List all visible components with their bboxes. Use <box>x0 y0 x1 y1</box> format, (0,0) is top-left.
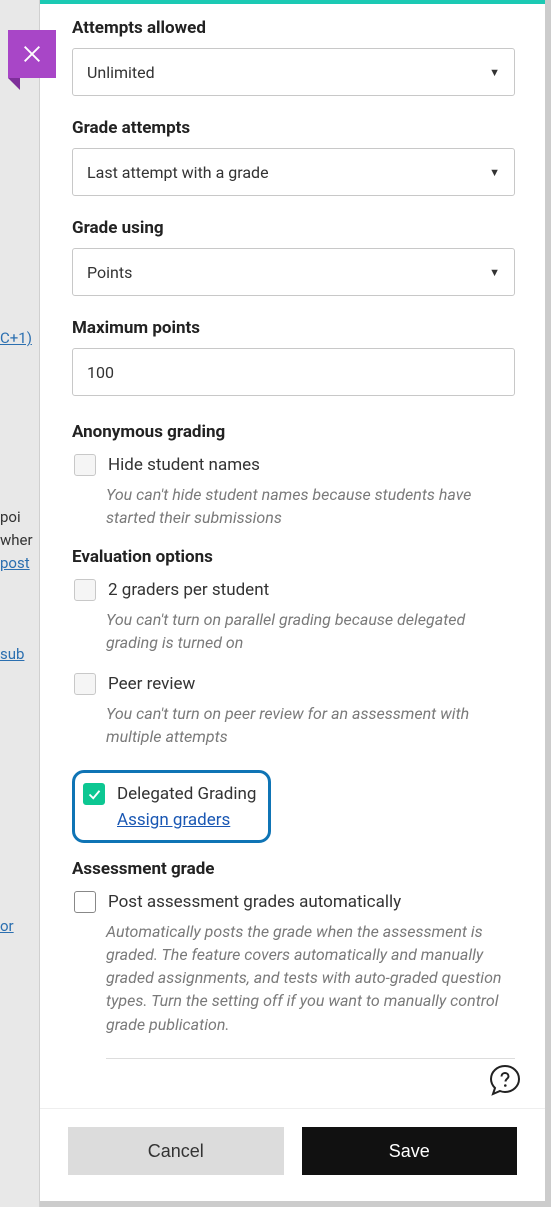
attempts-allowed-value: Unlimited <box>87 63 155 82</box>
attempts-allowed-label: Attempts allowed <box>72 18 515 38</box>
peer-review-checkbox <box>74 673 96 695</box>
attempts-allowed-field: Attempts allowed Unlimited ▼ <box>72 18 515 96</box>
hide-names-label: Hide student names <box>108 454 260 477</box>
check-icon <box>87 787 102 802</box>
anonymous-grading-title: Anonymous grading <box>72 422 515 442</box>
close-icon <box>21 43 43 65</box>
grade-using-field: Grade using Points ▼ <box>72 218 515 296</box>
caret-down-icon: ▼ <box>489 66 500 79</box>
two-graders-hint: You can't turn on parallel grading becau… <box>106 608 515 654</box>
settings-scroll[interactable]: Attempts allowed Unlimited ▼ Grade attem… <box>40 4 545 1108</box>
post-grades-label: Post assessment grades automatically <box>108 891 401 914</box>
grade-attempts-field: Grade attempts Last attempt with a grade… <box>72 118 515 196</box>
peer-review-row: Peer review <box>74 673 515 696</box>
hide-names-hint: You can't hide student names because stu… <box>106 483 515 529</box>
help-button[interactable] <box>487 1063 523 1099</box>
hide-names-row: Hide student names <box>74 454 515 477</box>
two-graders-row: 2 graders per student <box>74 579 515 602</box>
caret-down-icon: ▼ <box>489 266 500 279</box>
grade-attempts-label: Grade attempts <box>72 118 515 138</box>
grade-attempts-value: Last attempt with a grade <box>87 163 269 182</box>
delegated-grading-highlight: Delegated Grading Assign graders <box>72 770 271 843</box>
evaluation-options-title: Evaluation options <box>72 547 515 567</box>
delegated-grading-label: Delegated Grading <box>117 783 256 806</box>
grade-attempts-select[interactable]: Last attempt with a grade ▼ <box>72 148 515 196</box>
peer-review-hint: You can't turn on peer review for an ass… <box>106 702 515 748</box>
attempts-allowed-select[interactable]: Unlimited ▼ <box>72 48 515 96</box>
peer-review-label: Peer review <box>108 673 195 696</box>
background-page-strip: C+1) poi wher post sub or <box>0 0 40 1207</box>
hide-names-checkbox <box>74 454 96 476</box>
delegated-grading-checkbox[interactable] <box>83 783 105 805</box>
two-graders-checkbox <box>74 579 96 601</box>
max-points-label: Maximum points <box>72 318 515 338</box>
help-icon <box>487 1063 523 1099</box>
footer-actions: Cancel Save <box>40 1108 545 1201</box>
assign-graders-link[interactable]: Assign graders <box>117 810 230 830</box>
assessment-grade-title: Assessment grade <box>72 859 515 879</box>
delegated-grading-row: Delegated Grading <box>83 783 256 806</box>
grade-using-label: Grade using <box>72 218 515 238</box>
caret-down-icon: ▼ <box>489 166 500 179</box>
post-grades-hint: Automatically posts the grade when the a… <box>106 920 515 1036</box>
post-grades-checkbox[interactable] <box>74 891 96 913</box>
two-graders-label: 2 graders per student <box>108 579 269 602</box>
grade-using-select[interactable]: Points ▼ <box>72 248 515 296</box>
post-grades-row: Post assessment grades automatically <box>74 891 515 914</box>
max-points-field: Maximum points 100 <box>72 318 515 396</box>
max-points-input[interactable]: 100 <box>72 348 515 396</box>
cancel-button[interactable]: Cancel <box>68 1127 284 1175</box>
save-button[interactable]: Save <box>302 1127 518 1175</box>
max-points-value: 100 <box>87 363 114 382</box>
settings-panel: Attempts allowed Unlimited ▼ Grade attem… <box>40 0 545 1201</box>
grade-using-value: Points <box>87 263 132 282</box>
close-button[interactable] <box>8 30 56 78</box>
